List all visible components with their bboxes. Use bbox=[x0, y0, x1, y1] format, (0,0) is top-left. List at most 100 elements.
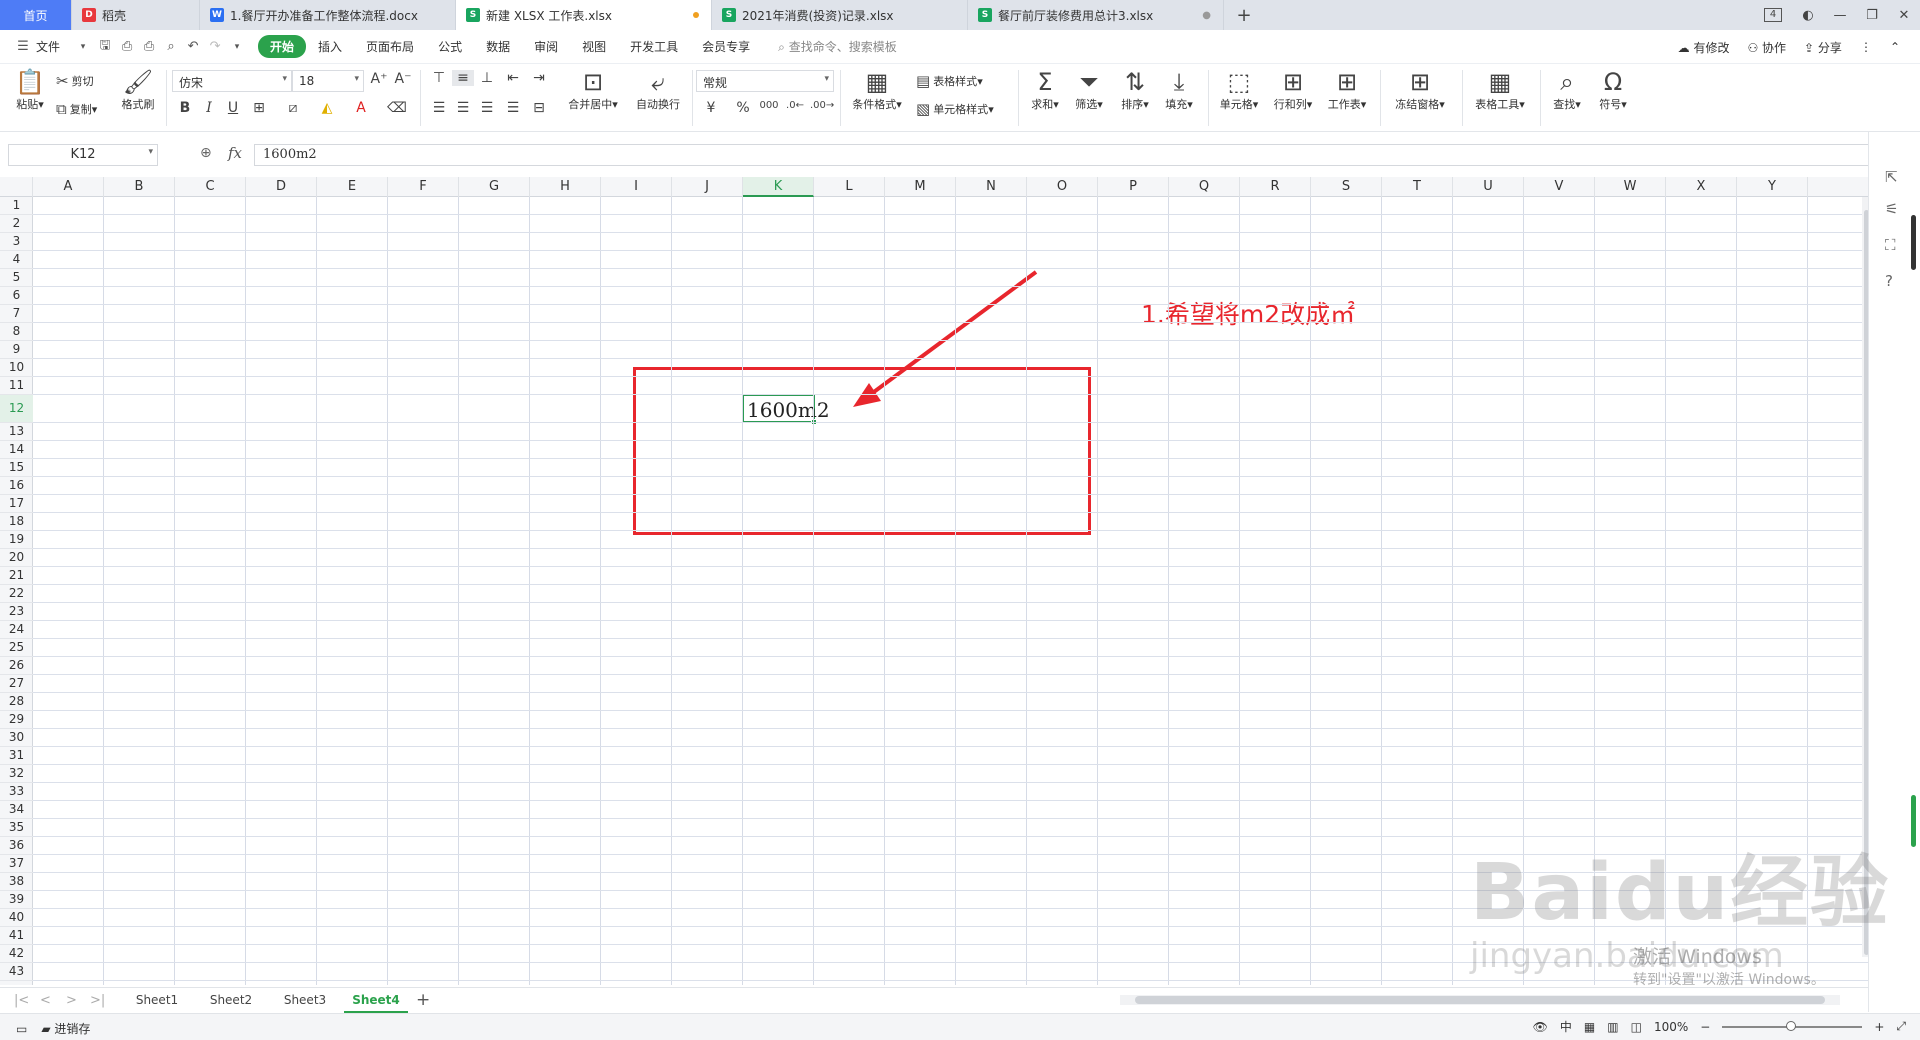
row-header[interactable]: 25 bbox=[0, 639, 33, 657]
hamburger-icon[interactable]: ☰ bbox=[12, 39, 34, 54]
row-header[interactable]: 37 bbox=[0, 855, 33, 873]
row-header[interactable]: 27 bbox=[0, 675, 33, 693]
copy-button[interactable]: ⧉ 复制 ▾ bbox=[56, 100, 97, 118]
macro-icon[interactable]: ▭ bbox=[16, 1022, 27, 1036]
zoom-level[interactable]: 100% bbox=[1654, 1020, 1688, 1034]
column-header[interactable]: X bbox=[1666, 177, 1737, 197]
zoom-knob[interactable] bbox=[1786, 1020, 1797, 1031]
row-header[interactable]: 9 bbox=[0, 341, 33, 359]
find-button[interactable]: ⌕ 查找▾ bbox=[1546, 68, 1588, 112]
formula-input[interactable]: 1600m2 bbox=[254, 144, 1874, 166]
column-header[interactable]: F bbox=[388, 177, 459, 197]
indent-decrease-icon[interactable]: ⇤ bbox=[502, 70, 524, 86]
row-header[interactable]: 38 bbox=[0, 873, 33, 891]
row-header[interactable]: 15 bbox=[0, 459, 33, 477]
row-header[interactable]: 30 bbox=[0, 729, 33, 747]
row-header[interactable]: 23 bbox=[0, 603, 33, 621]
table-tools-button[interactable]: ▦ 表格工具▾ bbox=[1468, 68, 1532, 112]
column-header[interactable]: I bbox=[601, 177, 672, 197]
horizontal-scroll-thumb[interactable] bbox=[1135, 996, 1825, 1004]
menu-developer[interactable]: 开发工具 bbox=[618, 38, 690, 55]
collaborate-button[interactable]: ⚇ 协作 bbox=[1747, 39, 1786, 56]
column-header[interactable]: V bbox=[1524, 177, 1595, 197]
minimize-icon[interactable]: — bbox=[1824, 8, 1856, 23]
align-bottom-icon[interactable]: ⊥ bbox=[476, 70, 498, 86]
new-tab-button[interactable]: + bbox=[1224, 0, 1264, 30]
row-header[interactable]: 34 bbox=[0, 801, 33, 819]
align-right-icon[interactable]: ☰ bbox=[476, 100, 498, 116]
menu-data[interactable]: 数据 bbox=[474, 38, 522, 55]
more-icon[interactable]: ▾ bbox=[226, 42, 248, 52]
column-header[interactable]: P bbox=[1098, 177, 1169, 197]
column-header[interactable]: E bbox=[317, 177, 388, 197]
print-icon[interactable]: ⎙ bbox=[138, 39, 160, 54]
column-header[interactable]: Q bbox=[1169, 177, 1240, 197]
increase-decimal-icon[interactable]: .0← bbox=[784, 100, 806, 111]
row-header[interactable]: 7 bbox=[0, 305, 33, 323]
font-name-select[interactable]: 仿宋 bbox=[172, 70, 292, 92]
row-header[interactable]: 26 bbox=[0, 657, 33, 675]
row-header[interactable]: 28 bbox=[0, 693, 33, 711]
column-header[interactable]: S bbox=[1311, 177, 1382, 197]
column-header[interactable]: M bbox=[885, 177, 956, 197]
font-color-icon[interactable]: A bbox=[350, 100, 372, 116]
menu-view[interactable]: 视图 bbox=[570, 38, 618, 55]
distribute-icon[interactable]: ⊟ bbox=[528, 100, 550, 116]
paste-button[interactable]: 📋 粘贴▾ bbox=[10, 68, 50, 112]
column-header[interactable]: O bbox=[1027, 177, 1098, 197]
merge-center-button[interactable]: ⊡ 合并居中▾ bbox=[560, 68, 626, 112]
menu-member[interactable]: 会员专享 bbox=[690, 38, 762, 55]
input-mode[interactable]: 中 bbox=[1560, 1018, 1572, 1035]
column-header[interactable]: A bbox=[33, 177, 104, 197]
wrap-text-button[interactable]: ⤶ 自动换行 bbox=[630, 68, 686, 112]
bold-icon[interactable]: B bbox=[174, 100, 196, 116]
column-header[interactable]: G bbox=[459, 177, 530, 197]
tab-consumption-xlsx[interactable]: S 2021年消费(投资)记录.xlsx bbox=[712, 0, 968, 30]
align-middle-icon[interactable]: ≡ bbox=[452, 70, 474, 86]
skin-icon[interactable]: ◐ bbox=[1792, 8, 1824, 23]
fx-icon[interactable]: fx bbox=[228, 144, 242, 162]
close-icon[interactable]: ✕ bbox=[1888, 8, 1920, 23]
format-painter-button[interactable]: 🖌 格式刷 bbox=[118, 68, 158, 112]
column-header[interactable]: U bbox=[1453, 177, 1524, 197]
menu-formula[interactable]: 公式 bbox=[426, 38, 474, 55]
row-header[interactable]: 36 bbox=[0, 837, 33, 855]
row-header[interactable]: 31 bbox=[0, 747, 33, 765]
export-icon[interactable]: ⎙ bbox=[116, 39, 138, 54]
currency-icon[interactable]: ¥ bbox=[700, 100, 722, 116]
worksheet-button[interactable]: ⊞ 工作表▾ bbox=[1322, 68, 1372, 112]
row-header[interactable]: 42 bbox=[0, 945, 33, 963]
percent-icon[interactable]: % bbox=[732, 100, 754, 116]
column-header[interactable]: C bbox=[175, 177, 246, 197]
row-header[interactable]: 18 bbox=[0, 513, 33, 531]
row-header[interactable]: 43 bbox=[0, 963, 33, 981]
column-header[interactable]: Y bbox=[1737, 177, 1808, 197]
column-header[interactable]: R bbox=[1240, 177, 1311, 197]
column-header[interactable]: W bbox=[1595, 177, 1666, 197]
zoom-formula-icon[interactable]: ⊕ bbox=[200, 145, 212, 161]
has-changes-button[interactable]: ☁ 有修改 bbox=[1678, 39, 1730, 56]
tab-new-xlsx[interactable]: S 新建 XLSX 工作表.xlsx bbox=[456, 0, 712, 30]
underline-icon[interactable]: U bbox=[222, 100, 244, 116]
menu-file[interactable]: 文件 bbox=[34, 38, 72, 55]
reading-view-icon[interactable]: ◫ bbox=[1631, 1020, 1642, 1034]
sum-button[interactable]: Σ 求和▾ bbox=[1024, 68, 1066, 112]
justify-icon[interactable]: ☰ bbox=[502, 100, 524, 116]
window-count-badge[interactable]: 4 bbox=[1764, 8, 1782, 22]
add-sheet-button[interactable]: + bbox=[416, 990, 430, 1010]
print-preview-icon[interactable]: ⌕ bbox=[160, 39, 182, 54]
row-header[interactable]: 6 bbox=[0, 287, 33, 305]
fill-style-icon[interactable]: ⧄ bbox=[282, 100, 304, 116]
chevron-down-icon[interactable]: ▾ bbox=[72, 42, 94, 52]
tab-docx[interactable]: W 1.餐厅开办准备工作整体流程.docx bbox=[200, 0, 456, 30]
row-header[interactable]: 29 bbox=[0, 711, 33, 729]
row-header[interactable]: 19 bbox=[0, 531, 33, 549]
fill-button[interactable]: ⤓ 填充▾ bbox=[1158, 68, 1200, 112]
row-header[interactable]: 21 bbox=[0, 567, 33, 585]
column-header[interactable]: K bbox=[743, 177, 814, 197]
column-header[interactable]: L bbox=[814, 177, 885, 197]
first-sheet-icon[interactable]: |< bbox=[14, 993, 29, 1008]
row-header[interactable]: 32 bbox=[0, 765, 33, 783]
increase-font-icon[interactable]: A⁺ bbox=[368, 71, 390, 87]
undo-icon[interactable]: ↶ bbox=[182, 39, 204, 54]
